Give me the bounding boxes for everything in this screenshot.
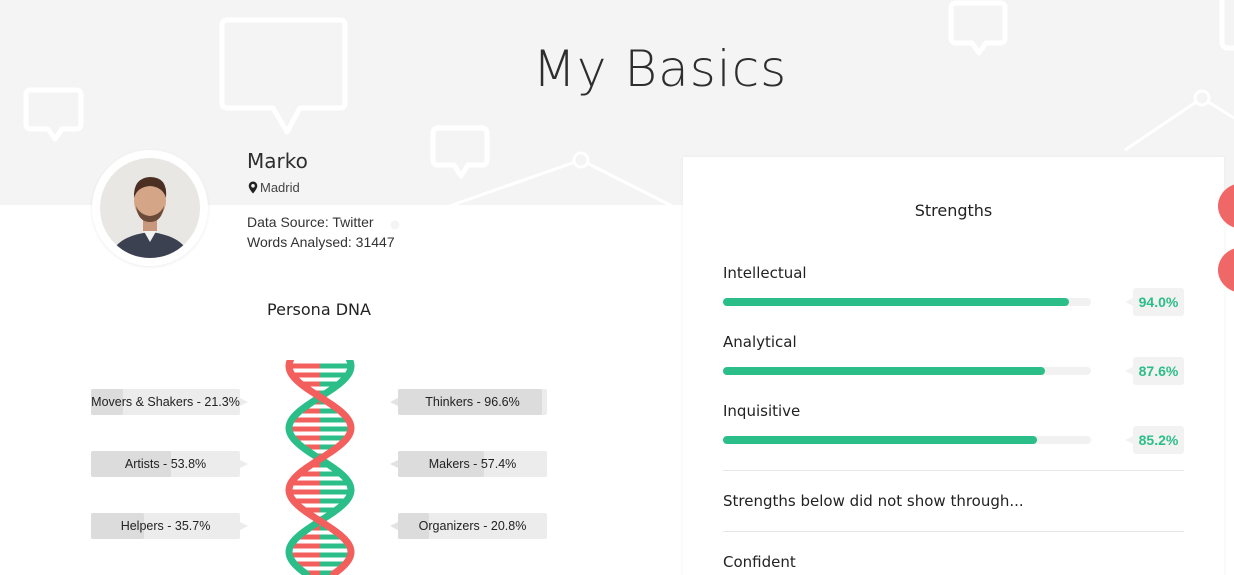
strength-bar-fill: [723, 298, 1069, 306]
strength-percent-badge: 85.2%: [1125, 426, 1184, 454]
page-title: My Basics: [532, 40, 788, 98]
profile-location: Madrid: [248, 180, 300, 195]
dna-tag-label: Organizers - 20.8%: [418, 519, 527, 533]
strength-bar: [723, 298, 1091, 306]
dna-tag-label: Makers - 57.4%: [428, 457, 517, 471]
strengths-title: Strengths: [914, 201, 993, 220]
divider: [723, 531, 1184, 532]
strengths-hidden-note: Strengths below did not show through...: [723, 492, 1024, 510]
dna-tag-movers-shakers[interactable]: Movers & Shakers - 21.3%: [91, 389, 248, 415]
strength-label: Intellectual: [723, 264, 807, 282]
profile-name: Marko: [247, 149, 308, 173]
profile-photo: [100, 158, 200, 258]
dna-tag-organizers[interactable]: Organizers - 20.8%: [390, 513, 547, 539]
strength-bar-fill: [723, 436, 1037, 444]
dna-tag-helpers[interactable]: Helpers - 35.7%: [91, 513, 248, 539]
words-analysed-label: Words Analysed: 31447: [247, 234, 395, 250]
strength-percent-badge: 94.0%: [1125, 288, 1184, 316]
strength-label: Analytical: [723, 333, 797, 351]
strength-bar: [723, 436, 1091, 444]
dna-tag-label: Helpers - 35.7%: [120, 519, 211, 533]
dna-tag-label: Movers & Shakers - 21.3%: [91, 395, 240, 409]
persona-dna-title: Persona DNA: [267, 300, 371, 319]
dna-tag-makers[interactable]: Makers - 57.4%: [390, 451, 547, 477]
hidden-strength-label: Confident: [723, 553, 796, 571]
data-source-label: Data Source: Twitter: [247, 214, 374, 230]
dna-tag-thinkers[interactable]: Thinkers - 96.6%: [390, 389, 547, 415]
strength-percent-badge: 87.6%: [1125, 357, 1184, 385]
dna-tag-label: Thinkers - 96.6%: [425, 395, 520, 409]
location-pin-icon: [248, 181, 258, 194]
strengths-card: Strengths Intellectual 94.0% Analytical …: [683, 157, 1224, 575]
strength-label: Inquisitive: [723, 402, 801, 420]
strength-bar: [723, 367, 1091, 375]
dna-tag-artists[interactable]: Artists - 53.8%: [91, 451, 248, 477]
avatar[interactable]: [92, 150, 208, 266]
divider: [723, 470, 1184, 471]
dna-tag-label: Artists - 53.8%: [124, 457, 207, 471]
dna-helix-icon: [285, 360, 355, 575]
strength-bar-fill: [723, 367, 1046, 375]
location-label: Madrid: [260, 180, 300, 195]
